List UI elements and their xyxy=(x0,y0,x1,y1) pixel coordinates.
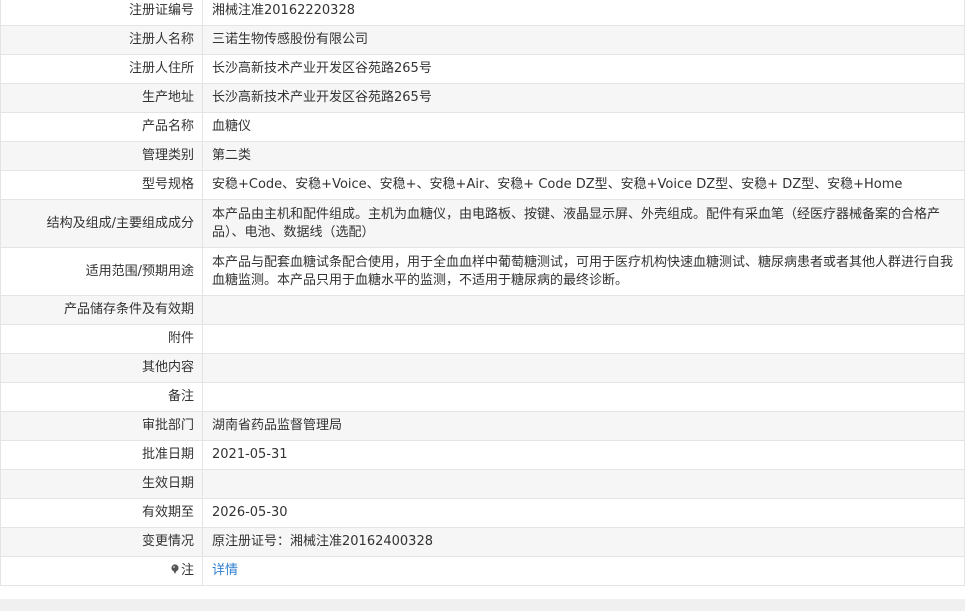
label-approval-date: 批准日期 xyxy=(0,440,203,470)
value-valid-until: 2026-05-30 xyxy=(202,498,965,528)
value-storage-validity xyxy=(202,295,965,325)
row-attachment: 附件 xyxy=(0,324,965,354)
value-product-name: 血糖仪 xyxy=(202,112,965,142)
label-production-address: 生产地址 xyxy=(0,83,203,113)
row-remarks: 备注 xyxy=(0,382,965,412)
pin-icon xyxy=(170,562,180,574)
value-model-spec: 安稳+Code、安稳+Voice、安稳+、安稳+Air、安稳+ Code DZ型… xyxy=(202,170,965,200)
label-intended-use: 适用范围/预期用途 xyxy=(0,247,203,296)
label-effective-date: 生效日期 xyxy=(0,469,203,499)
value-registration-number: 湘械注准20162220328 xyxy=(202,0,965,26)
row-registrant-address: 注册人住所 长沙高新技术产业开发区谷苑路265号 xyxy=(0,54,965,84)
label-structure-composition: 结构及组成/主要组成成分 xyxy=(0,199,203,248)
label-valid-until: 有效期至 xyxy=(0,498,203,528)
label-registrant-address: 注册人住所 xyxy=(0,54,203,84)
row-model-spec: 型号规格 安稳+Code、安稳+Voice、安稳+、安稳+Air、安稳+ Cod… xyxy=(0,170,965,200)
row-storage-validity: 产品储存条件及有效期 xyxy=(0,295,965,325)
value-production-address: 长沙高新技术产业开发区谷苑路265号 xyxy=(202,83,965,113)
row-valid-until: 有效期至 2026-05-30 xyxy=(0,498,965,528)
value-remarks xyxy=(202,382,965,412)
row-structure-composition: 结构及组成/主要组成成分 本产品由主机和配件组成。主机为血糖仪，由电路板、按键、… xyxy=(0,199,965,248)
label-model-spec: 型号规格 xyxy=(0,170,203,200)
label-change-history: 变更情况 xyxy=(0,527,203,557)
value-structure-composition: 本产品由主机和配件组成。主机为血糖仪，由电路板、按键、液晶显示屏、外壳组成。配件… xyxy=(202,199,965,248)
value-effective-date xyxy=(202,469,965,499)
label-approval-department: 审批部门 xyxy=(0,411,203,441)
row-other-content: 其他内容 xyxy=(0,353,965,383)
details-link[interactable]: 详情 xyxy=(212,563,238,578)
row-change-history: 变更情况 原注册证号：湘械注准20162400328 xyxy=(0,527,965,557)
value-registrant-name: 三诺生物传感股份有限公司 xyxy=(202,25,965,55)
registration-detail-table: 注册证编号 湘械注准20162220328 注册人名称 三诺生物传感股份有限公司… xyxy=(0,0,965,586)
label-other-content: 其他内容 xyxy=(0,353,203,383)
value-approval-department: 湖南省药品监督管理局 xyxy=(202,411,965,441)
value-attachment xyxy=(202,324,965,354)
row-note: 注 详情 xyxy=(0,556,965,586)
label-management-category: 管理类别 xyxy=(0,141,203,171)
note-label: 注 xyxy=(180,563,194,578)
value-approval-date: 2021-05-31 xyxy=(202,440,965,470)
row-approval-date: 批准日期 2021-05-31 xyxy=(0,440,965,470)
bottom-divider xyxy=(0,599,965,611)
label-registration-number: 注册证编号 xyxy=(0,0,203,26)
label-remarks: 备注 xyxy=(0,382,203,412)
row-registration-number: 注册证编号 湘械注准20162220328 xyxy=(0,0,965,26)
value-note: 详情 xyxy=(202,556,965,586)
row-approval-department: 审批部门 湖南省药品监督管理局 xyxy=(0,411,965,441)
label-product-name: 产品名称 xyxy=(0,112,203,142)
label-registrant-name: 注册人名称 xyxy=(0,25,203,55)
row-management-category: 管理类别 第二类 xyxy=(0,141,965,171)
value-change-history: 原注册证号：湘械注准20162400328 xyxy=(202,527,965,557)
row-registrant-name: 注册人名称 三诺生物传感股份有限公司 xyxy=(0,25,965,55)
value-management-category: 第二类 xyxy=(202,141,965,171)
value-other-content xyxy=(202,353,965,383)
row-product-name: 产品名称 血糖仪 xyxy=(0,112,965,142)
value-registrant-address: 长沙高新技术产业开发区谷苑路265号 xyxy=(202,54,965,84)
label-note: 注 xyxy=(0,556,203,586)
row-intended-use: 适用范围/预期用途 本产品与配套血糖试条配合使用，用于全血血样中葡萄糖测试，可用… xyxy=(0,247,965,296)
row-effective-date: 生效日期 xyxy=(0,469,965,499)
row-production-address: 生产地址 长沙高新技术产业开发区谷苑路265号 xyxy=(0,83,965,113)
registration-detail-page: 注册证编号 湘械注准20162220328 注册人名称 三诺生物传感股份有限公司… xyxy=(0,0,965,611)
label-attachment: 附件 xyxy=(0,324,203,354)
value-intended-use: 本产品与配套血糖试条配合使用，用于全血血样中葡萄糖测试，可用于医疗机构快速血糖测… xyxy=(202,247,965,296)
label-storage-validity: 产品储存条件及有效期 xyxy=(0,295,203,325)
